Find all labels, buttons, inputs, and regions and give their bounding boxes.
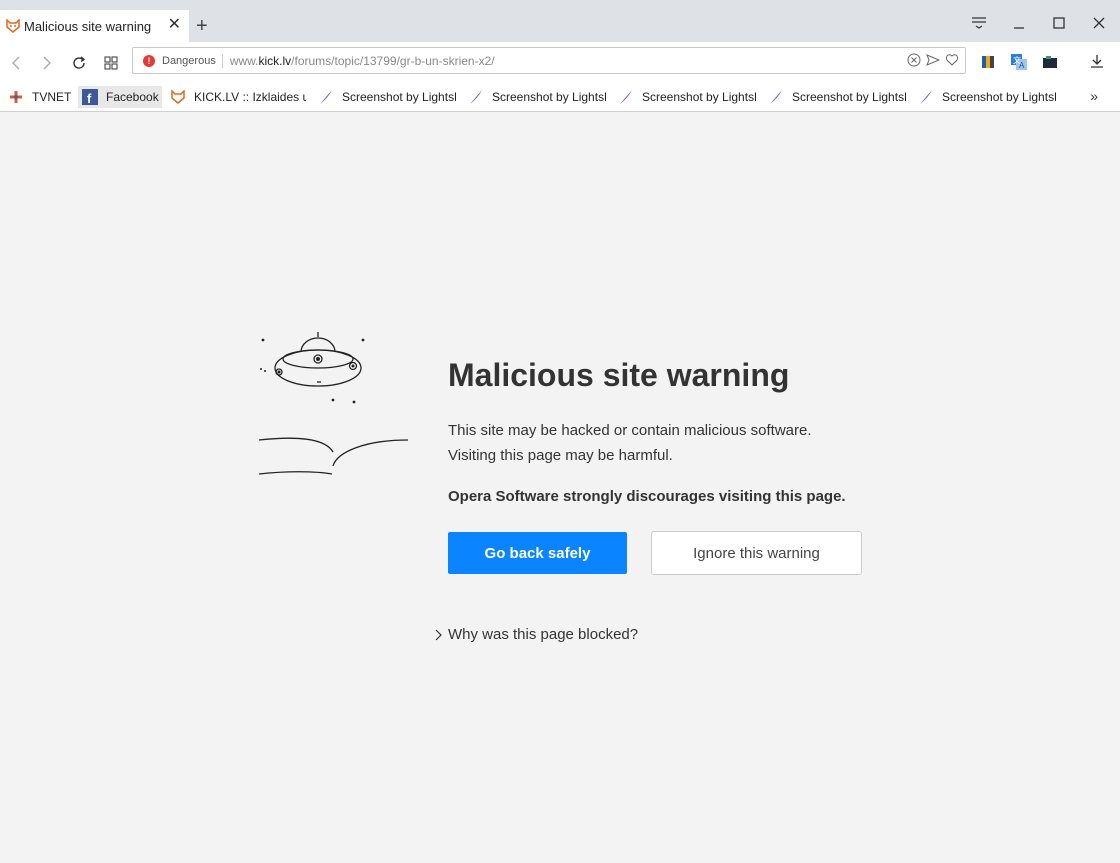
bookmark-lightshot-4[interactable]: Screenshot by Lightshot <box>768 86 906 108</box>
address-toolbar: ! Dangerous www.kick.lv/forums/topic/137… <box>0 42 1120 82</box>
heart-icon[interactable] <box>945 53 959 72</box>
title-bar: Malicious site warning ✕ + <box>0 0 1120 42</box>
bookmark-lightshot-1[interactable]: Screenshot by Lightshot <box>318 86 456 108</box>
book-extension-icon[interactable] <box>980 54 996 70</box>
security-badge[interactable]: Dangerous <box>162 53 223 68</box>
lightshot-feather-icon <box>918 89 934 105</box>
bookmarks-bar: TVNET f Facebook KICK.LV :: Izklaides un… <box>0 82 1120 112</box>
download-icon[interactable] <box>1089 54 1105 70</box>
bookmark-lightshot-3[interactable]: Screenshot by Lightshot <box>618 86 756 108</box>
url-text: www.kick.lv/forums/topic/13799/gr-b-un-s… <box>229 53 495 68</box>
close-window-icon[interactable] <box>1084 12 1114 34</box>
go-back-safely-button[interactable]: Go back safely <box>448 532 627 574</box>
bookmark-lightshot-2[interactable]: Screenshot by Lightshot <box>468 86 606 108</box>
reload-icon[interactable] <box>68 52 90 74</box>
svg-text:f: f <box>87 91 92 105</box>
url-actions <box>907 53 959 72</box>
back-icon[interactable] <box>5 52 27 74</box>
kick-fox-icon <box>170 89 186 105</box>
bookmark-tvnet[interactable]: TVNET <box>8 86 74 108</box>
bookmark-facebook[interactable]: f Facebook <box>78 86 162 108</box>
page-title: Malicious site warning <box>448 357 790 393</box>
danger-icon: ! <box>143 54 155 67</box>
ignore-warning-button[interactable]: Ignore this warning <box>651 531 862 575</box>
lightshot-feather-icon <box>618 89 634 105</box>
tab-title: Malicious site warning <box>24 18 152 34</box>
lightshot-feather-icon <box>768 89 784 105</box>
bookmark-kick[interactable]: KICK.LV :: Izklaides un <box>170 86 306 108</box>
ufo-illustration <box>258 332 409 475</box>
tvnet-icon <box>8 89 24 105</box>
ad-block-icon[interactable] <box>907 53 921 72</box>
svg-text:A: A <box>1019 61 1025 70</box>
lightshot-feather-icon <box>468 89 484 105</box>
maximize-icon[interactable] <box>1044 12 1074 34</box>
warning-emphasis: Opera Software strongly discourages visi… <box>448 488 846 505</box>
warning-page: Malicious site warning This site may be … <box>0 112 1118 862</box>
address-field[interactable]: ! Dangerous www.kick.lv/forums/topic/137… <box>132 47 966 74</box>
warning-description-1: This site may be hacked or contain malic… <box>448 422 812 439</box>
bookmark-lightshot-5[interactable]: Screenshot by Lightshot <box>918 86 1056 108</box>
new-tab-button[interactable]: + <box>196 16 208 36</box>
why-blocked-toggle[interactable]: Why was this page blocked? <box>434 626 638 643</box>
send-icon[interactable] <box>926 53 941 72</box>
tab-close-icon[interactable]: ✕ <box>168 17 181 33</box>
bookmarks-overflow-button[interactable]: » <box>1090 88 1098 104</box>
warning-description-2: Visiting this page may be harmful. <box>448 447 673 464</box>
translate-icon[interactable]: 文A <box>1011 54 1027 70</box>
camera-extension-icon[interactable] <box>1042 54 1058 70</box>
kick-fox-icon <box>6 19 20 33</box>
forward-icon[interactable] <box>36 52 58 74</box>
chevron-right-icon <box>434 629 448 641</box>
minimize-icon[interactable] <box>1004 12 1034 34</box>
tab-menu-icon[interactable] <box>964 12 994 34</box>
facebook-icon: f <box>82 89 98 105</box>
speed-dial-icon[interactable] <box>100 52 122 74</box>
tab-active[interactable]: Malicious site warning ✕ <box>0 10 189 42</box>
why-blocked-label: Why was this page blocked? <box>448 626 639 643</box>
lightshot-feather-icon <box>318 89 334 105</box>
